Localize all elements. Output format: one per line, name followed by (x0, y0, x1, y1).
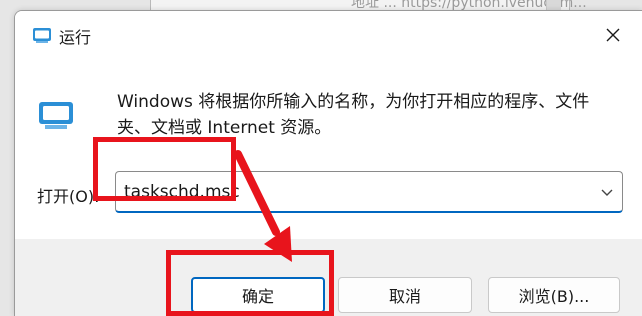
chevron-down-icon[interactable] (598, 183, 616, 201)
title-bar[interactable]: 运行 (15, 11, 642, 59)
dialog-title: 运行 (59, 28, 92, 47)
browse-button[interactable]: 浏览(B)... (488, 277, 620, 313)
dialog-content: Windows 将根据你所输入的名称，为你打开相应的程序、文件夹、文档或 Int… (15, 59, 642, 239)
close-icon (606, 28, 620, 42)
command-input[interactable]: taskschd.msc (124, 182, 240, 202)
cancel-button[interactable]: 取消 (338, 277, 472, 313)
run-app-icon (39, 102, 73, 129)
run-dialog: 运行 Windows 将根据你所输入的名称，为你打开相应的程序、文件夹、文档或 … (14, 10, 642, 316)
ok-button[interactable]: 确定 (191, 277, 325, 313)
dialog-description: Windows 将根据你所输入的名称，为你打开相应的程序、文件夹、文档或 Int… (117, 92, 590, 138)
open-label: 打开(O): (37, 187, 100, 206)
close-button[interactable] (600, 22, 626, 48)
button-row: 确定 取消 浏览(B)... (15, 239, 642, 316)
run-app-icon (33, 28, 51, 43)
command-combobox[interactable]: taskschd.msc (115, 171, 623, 213)
